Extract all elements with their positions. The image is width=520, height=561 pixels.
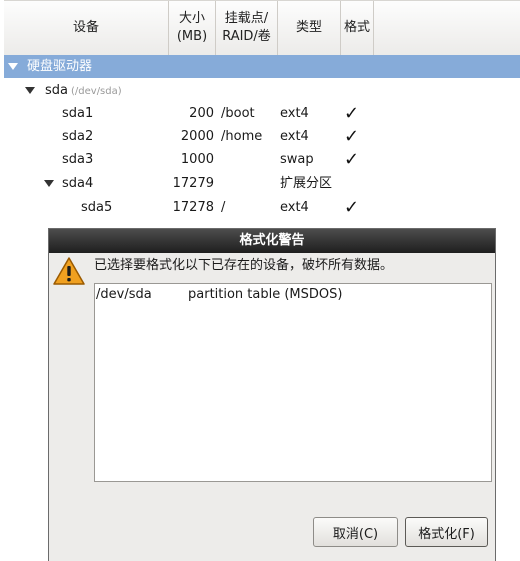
table-row[interactable]: sda2 2000 /home ext4 ✓	[4, 125, 520, 148]
partition-type: swap	[280, 152, 314, 167]
partition-name: sda2	[62, 129, 94, 144]
partition-name: sda1	[62, 106, 94, 121]
partition-name: sda5	[81, 200, 113, 215]
tree-group-label: 硬盘驱动器	[27, 59, 93, 74]
column-header-type[interactable]: 类型	[278, 1, 341, 55]
partition-name: sda4	[62, 176, 94, 191]
format-check-icon: ✓	[344, 197, 360, 218]
table-row[interactable]: sda3 1000 swap ✓	[4, 148, 520, 171]
table-row[interactable]: sda5 17278 / ext4 ✓	[4, 196, 520, 219]
partition-mount: /	[221, 200, 226, 215]
partition-size: 17279	[172, 176, 214, 191]
tree-row-disk[interactable]: sda (/dev/sda)	[4, 79, 520, 102]
partition-type: ext4	[280, 200, 309, 215]
column-header-device[interactable]: 设备	[4, 1, 169, 55]
partition-type: ext4	[280, 106, 309, 121]
format-check-icon: ✓	[344, 149, 360, 170]
list-item-device: /dev/sda	[96, 287, 152, 302]
expander-down-icon[interactable]	[8, 63, 18, 70]
format-check-icon: ✓	[344, 103, 360, 124]
cancel-button[interactable]: 取消(C)	[313, 517, 398, 547]
partition-size: 200	[189, 106, 214, 121]
table-row[interactable]: sda1 200 /boot ext4 ✓	[4, 102, 520, 125]
partition-size: 1000	[180, 152, 214, 167]
expander-down-icon[interactable]	[44, 180, 54, 187]
dialog-title: 格式化警告	[49, 229, 495, 253]
partition-mount: /home	[221, 129, 263, 144]
partition-type: 扩展分区	[280, 176, 333, 191]
device-list[interactable]: /dev/sda partition table (MSDOS)	[94, 283, 492, 482]
format-warning-dialog: 格式化警告 已选择要格式化以下已存在的设备，破坏所有数据。 /dev/sda p…	[48, 228, 496, 561]
table-row[interactable]: sda4 17279 扩展分区	[4, 172, 520, 195]
partition-name: sda3	[62, 152, 94, 167]
warning-icon	[53, 257, 85, 285]
partition-size: 17278	[172, 200, 214, 215]
tree-row-hard-drives[interactable]: 硬盘驱动器	[4, 55, 520, 78]
format-button[interactable]: 格式化(F)	[405, 517, 488, 547]
expander-down-icon[interactable]	[25, 87, 35, 94]
column-header-format[interactable]: 格式	[341, 1, 374, 55]
column-header-size[interactable]: 大小 (MB)	[169, 1, 216, 55]
format-check-icon: ✓	[344, 126, 360, 147]
list-item-description: partition table (MSDOS)	[188, 287, 343, 302]
column-header-mount[interactable]: 挂载点/ RAID/卷	[216, 1, 278, 55]
disk-name: sda	[45, 83, 68, 98]
partition-table-header: 设备 大小 (MB) 挂载点/ RAID/卷 类型 格式	[4, 0, 520, 56]
disk-path: (/dev/sda)	[71, 86, 122, 97]
partition-mount: /boot	[221, 106, 255, 121]
partition-type: ext4	[280, 129, 309, 144]
warning-message: 已选择要格式化以下已存在的设备，破坏所有数据。	[94, 258, 394, 273]
partition-size: 2000	[180, 129, 214, 144]
